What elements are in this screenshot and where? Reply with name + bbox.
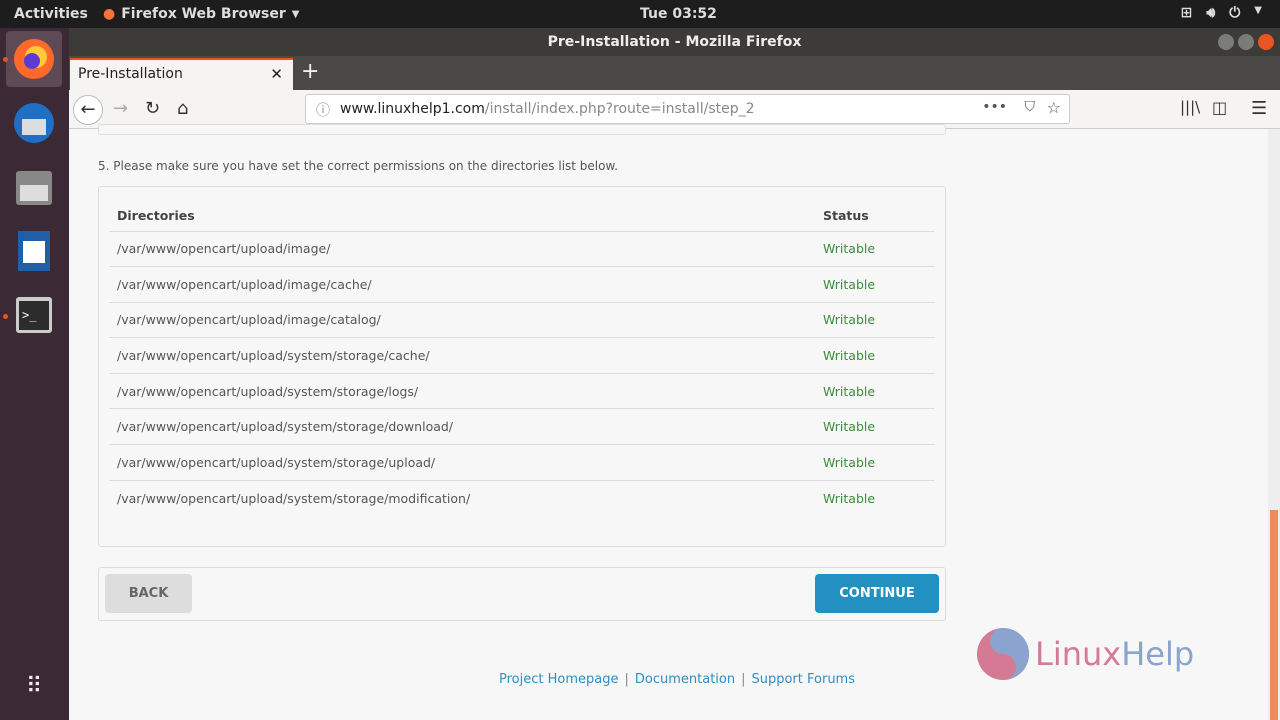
window-titlebar: Pre-Installation - Mozilla Firefox <box>69 28 1280 56</box>
tab-pre-installation[interactable]: Pre-Installation ✕ <box>70 58 293 90</box>
status-writable: Writable <box>815 479 935 516</box>
directory-path: /var/www/opencart/upload/system/storage/… <box>109 372 815 409</box>
header-status: Status <box>823 208 869 224</box>
launcher-files[interactable] <box>6 159 62 215</box>
menu-icon[interactable]: ☰ <box>1251 98 1267 119</box>
running-indicator <box>3 57 8 62</box>
previous-panel <box>98 124 946 135</box>
continue-button[interactable]: CONTINUE <box>815 574 939 613</box>
scrollbar-thumb[interactable] <box>1270 510 1278 720</box>
logo-text: LinuxHelp <box>1035 635 1195 673</box>
top-bar: Activities ● Firefox Web Browser ▼ Tue 03:… <box>0 0 1280 28</box>
close-tab-icon[interactable]: ✕ <box>270 65 283 83</box>
forward-button[interactable]: → <box>113 98 128 119</box>
power-icon: ⏻ <box>1229 5 1241 21</box>
header-directories: Directories <box>117 208 195 224</box>
directory-path: /var/www/opencart/upload/system/storage/… <box>109 479 815 516</box>
table-row: /var/www/opencart/upload/system/storage/… <box>109 408 935 445</box>
directory-path: /var/www/opencart/upload/image/ <box>109 230 815 267</box>
url-domain: www.linuxhelp1.com <box>340 101 485 117</box>
url-path: /install/index.php?route=install/step_2 <box>484 101 755 117</box>
maximize-button[interactable] <box>1238 34 1254 50</box>
directory-path: /var/www/opencart/upload/system/storage/… <box>109 337 815 374</box>
show-apps-button[interactable]: ⠿ <box>6 658 62 714</box>
tab-label: Pre-Installation <box>78 66 183 82</box>
running-indicator <box>3 314 8 319</box>
buttons-panel: BACK CONTINUE <box>98 567 946 621</box>
minimize-button[interactable] <box>1218 34 1234 50</box>
status-writable: Writable <box>815 408 935 445</box>
launcher-writer[interactable] <box>6 223 62 279</box>
back-button[interactable]: ← <box>73 95 103 125</box>
firefox-icon <box>14 39 54 79</box>
status-writable: Writable <box>815 444 935 481</box>
linuxhelp-logo: LinuxHelp <box>975 626 1194 682</box>
status-writable: Writable <box>815 230 935 267</box>
launcher-thunderbird[interactable] <box>6 95 62 151</box>
directory-path: /var/www/opencart/upload/image/cache/ <box>109 266 815 303</box>
table-row: /var/www/opencart/upload/image/catalog/W… <box>109 301 935 338</box>
status-writable: Writable <box>815 337 935 374</box>
activities-button[interactable]: Activities <box>14 6 88 22</box>
table-header: Directories Status <box>109 201 935 231</box>
launcher-terminal[interactable]: >_ <box>6 287 62 343</box>
table-row: /var/www/opencart/upload/image/cache/Wri… <box>109 266 935 303</box>
logo-mark-icon <box>977 628 1029 680</box>
page-content: 5. Please make sure you have set the cor… <box>69 124 1268 720</box>
support-forums-link[interactable]: Support Forums <box>751 672 855 687</box>
directories-panel: Directories Status /var/www/opencart/uplo… <box>98 186 946 547</box>
app-menu[interactable]: ● Firefox Web Browser ▼ <box>103 6 300 22</box>
writer-icon <box>18 231 50 271</box>
terminal-icon: >_ <box>16 297 52 333</box>
volume-icon: 🔊︎ <box>1206 5 1216 21</box>
network-icon: ⊞ <box>1180 5 1193 21</box>
app-menu-label: Firefox Web Browser <box>121 6 286 22</box>
home-button[interactable]: ⌂ <box>177 98 188 119</box>
clock[interactable]: Tue 03:52 <box>640 6 717 22</box>
page-actions-icon[interactable]: ••• <box>982 99 1007 115</box>
chevron-down-icon: ▼ <box>1254 5 1262 16</box>
documentation-link[interactable]: Documentation <box>635 672 735 687</box>
directory-path: /var/www/opencart/upload/image/catalog/ <box>109 301 815 338</box>
directory-path: /var/www/opencart/upload/system/storage/… <box>109 444 815 481</box>
pocket-icon[interactable]: ⛉ <box>1025 99 1036 115</box>
sidebar-icon[interactable]: ◫ <box>1212 98 1227 117</box>
tab-bar: Pre-Installation ✕ + <box>69 56 1280 90</box>
reload-button[interactable]: ↻ <box>145 98 160 119</box>
firefox-icon: ● <box>103 6 116 22</box>
url-bar[interactable]: ⓘ www.linuxhelp1.com/install/index.php?r… <box>305 94 1070 124</box>
thunderbird-icon <box>14 103 54 143</box>
files-icon <box>16 171 52 205</box>
table-row: /var/www/opencart/upload/system/storage/… <box>109 444 935 481</box>
library-icon[interactable]: |||\ <box>1180 98 1200 116</box>
directories-table: Directories Status /var/www/opencart/uplo… <box>109 201 935 516</box>
status-writable: Writable <box>815 301 935 338</box>
new-tab-button[interactable]: + <box>301 59 319 84</box>
system-tray[interactable]: ⊞ 🔊︎ ⏻ ▼ <box>1181 5 1262 21</box>
info-icon[interactable]: ⓘ <box>316 100 330 120</box>
directory-path: /var/www/opencart/upload/system/storage/… <box>109 408 815 445</box>
launcher-firefox[interactable] <box>6 31 62 87</box>
chevron-down-icon: ▼ <box>291 8 300 20</box>
back-step-button[interactable]: BACK <box>105 574 192 613</box>
svg-text:>_: >_ <box>22 308 37 322</box>
grid-icon: ⠿ <box>25 673 43 699</box>
status-writable: Writable <box>815 266 935 303</box>
table-row: /var/www/opencart/upload/image/Writable <box>109 230 935 267</box>
table-row: /var/www/opencart/upload/system/storage/… <box>109 372 935 409</box>
table-row: /var/www/opencart/upload/system/storage/… <box>109 479 935 516</box>
footer-links: Project Homepage | Documentation | Support F… <box>499 672 855 687</box>
window-title: Pre-Installation - Mozilla Firefox <box>547 34 802 50</box>
status-writable: Writable <box>815 372 935 409</box>
bookmark-star-icon[interactable]: ☆ <box>1047 98 1061 117</box>
table-row: /var/www/opencart/upload/system/storage/… <box>109 337 935 374</box>
launcher: >_ ⠿ <box>0 28 69 720</box>
close-window-button[interactable] <box>1258 34 1274 50</box>
permissions-note: 5. Please make sure you have set the cor… <box>98 159 618 173</box>
project-homepage-link[interactable]: Project Homepage <box>499 672 618 687</box>
